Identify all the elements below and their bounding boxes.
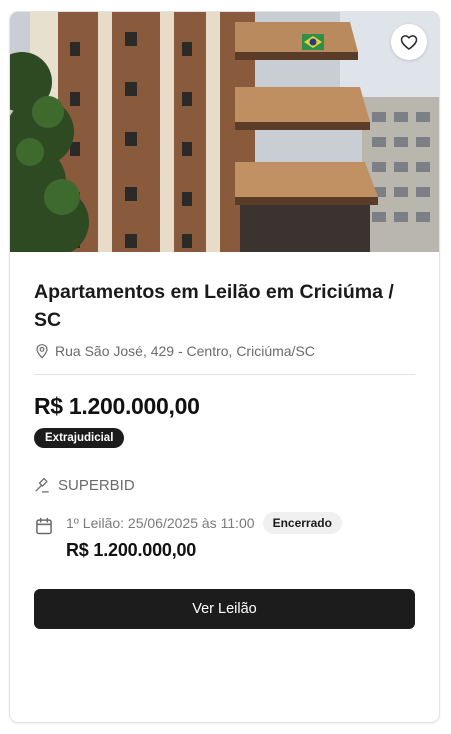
address-row: Rua São José, 429 - Centro, Criciúma/SC — [34, 343, 415, 359]
listing-card[interactable]: Apartamentos em Leilão em Criciúma / SC … — [10, 12, 439, 722]
listing-price: R$ 1.200.000,00 — [34, 393, 200, 419]
calendar-icon — [36, 517, 52, 535]
divider — [34, 374, 415, 375]
map-pin-icon — [36, 344, 48, 359]
heart-icon — [400, 35, 418, 50]
favorite-button[interactable] — [391, 24, 427, 60]
auction-round: 1º Leilão: 25/06/2025 às 11:00 Encerrado… — [34, 512, 415, 561]
round-price: R$ 1.200.000,00 — [66, 540, 197, 560]
type-badge: Extrajudicial — [34, 428, 125, 448]
status-badge: Encerrado — [262, 512, 342, 534]
listing-content: Apartamentos em Leilão em Criciúma / SC … — [34, 252, 415, 629]
view-auction-button[interactable]: Ver Leilão — [34, 589, 415, 629]
seller-name: SUPERBID — [58, 477, 135, 494]
address-text: Rua São José, 429 - Centro, Criciúma/SC — [55, 343, 315, 359]
gavel-icon — [35, 477, 49, 493]
listing-title[interactable]: Apartamentos em Leilão em Criciúma / SC — [34, 278, 415, 334]
round-header: 1º Leilão: 25/06/2025 às 11:00 Encerrado — [66, 512, 342, 534]
building-image — [10, 12, 439, 252]
seller-row: SUPERBID — [34, 477, 415, 494]
round-date: 1º Leilão: 25/06/2025 às 11:00 — [66, 515, 255, 531]
property-photo[interactable] — [10, 12, 439, 252]
round-info: 1º Leilão: 25/06/2025 às 11:00 Encerrado… — [66, 512, 342, 561]
